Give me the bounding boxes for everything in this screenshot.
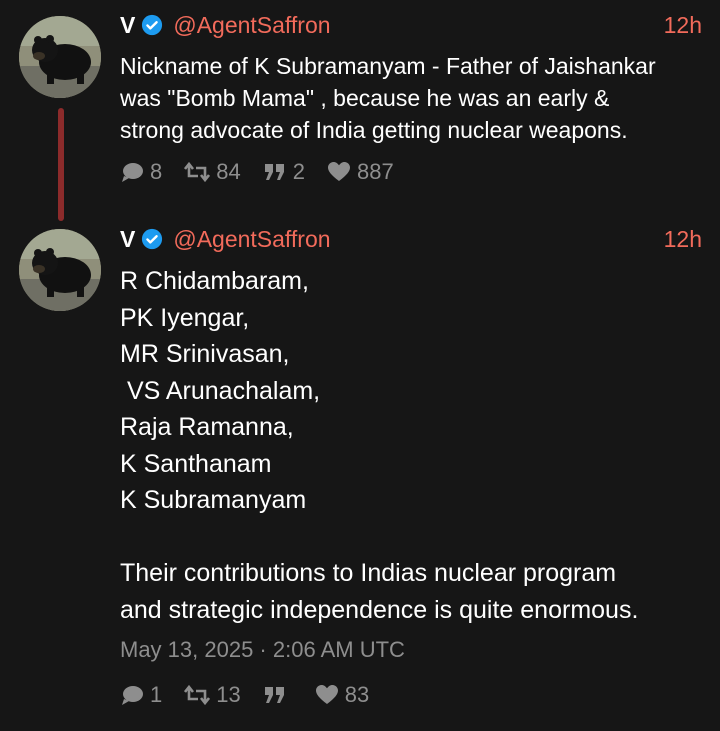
like-count: 887: [356, 159, 394, 184]
display-name[interactable]: V: [120, 12, 135, 39]
quote-count: 2: [292, 159, 305, 184]
user-handle[interactable]: @AgentSaffron: [173, 12, 330, 39]
retweet-icon: [184, 684, 211, 706]
bear-avatar-image: [19, 16, 101, 98]
like-button[interactable]: 887: [327, 159, 394, 185]
reply-button[interactable]: 1: [120, 682, 162, 708]
tweet-text: R Chidambaram, PK Iyengar, MR Srinivasan…: [120, 267, 639, 624]
tweet-actions: 1 13 83: [120, 682, 391, 708]
tweet-time[interactable]: 12h: [664, 12, 702, 39]
like-count: 83: [344, 682, 370, 707]
tweet-actions: 8 84 2 887: [120, 159, 416, 185]
tweet-text: Nickname of K Subramanyam - Father of Ja…: [120, 53, 656, 143]
tweet-1[interactable]: V @AgentSaffron 12h Nickname of K Subram…: [0, 0, 720, 221]
retweet-button[interactable]: 13: [184, 682, 241, 708]
user-handle[interactable]: @AgentSaffron: [173, 226, 330, 253]
tweet-time[interactable]: 12h: [664, 226, 702, 253]
heart-icon: [327, 162, 350, 181]
quote-button[interactable]: [263, 684, 293, 706]
tweet-header: V @AgentSaffron 12h: [120, 225, 702, 253]
reply-button[interactable]: 8: [120, 159, 162, 185]
like-button[interactable]: 83: [315, 682, 369, 708]
tweet-date[interactable]: May 13, 2025 · 2:06 AM UTC: [120, 637, 405, 663]
reply-icon: [122, 686, 143, 705]
retweet-count: 13: [216, 682, 241, 707]
quote-icon: [264, 687, 284, 703]
reply-count: 8: [150, 159, 163, 184]
reply-count: 1: [150, 682, 163, 707]
quote-button[interactable]: 2: [263, 159, 305, 185]
verified-badge-icon: [142, 14, 163, 36]
verified-badge-icon: [142, 228, 163, 250]
tweet-header: V @AgentSaffron 12h: [120, 11, 702, 39]
reply-icon: [122, 163, 143, 182]
quote-icon: [264, 164, 284, 180]
display-name[interactable]: V: [120, 226, 135, 253]
retweet-button[interactable]: 84: [184, 159, 241, 185]
heart-icon: [315, 685, 338, 704]
thread-connector-line: [58, 108, 64, 221]
retweet-count: 84: [216, 159, 241, 184]
bear-avatar-image: [19, 229, 101, 311]
avatar[interactable]: [19, 16, 101, 98]
retweet-icon: [184, 161, 211, 183]
avatar[interactable]: [19, 229, 101, 311]
